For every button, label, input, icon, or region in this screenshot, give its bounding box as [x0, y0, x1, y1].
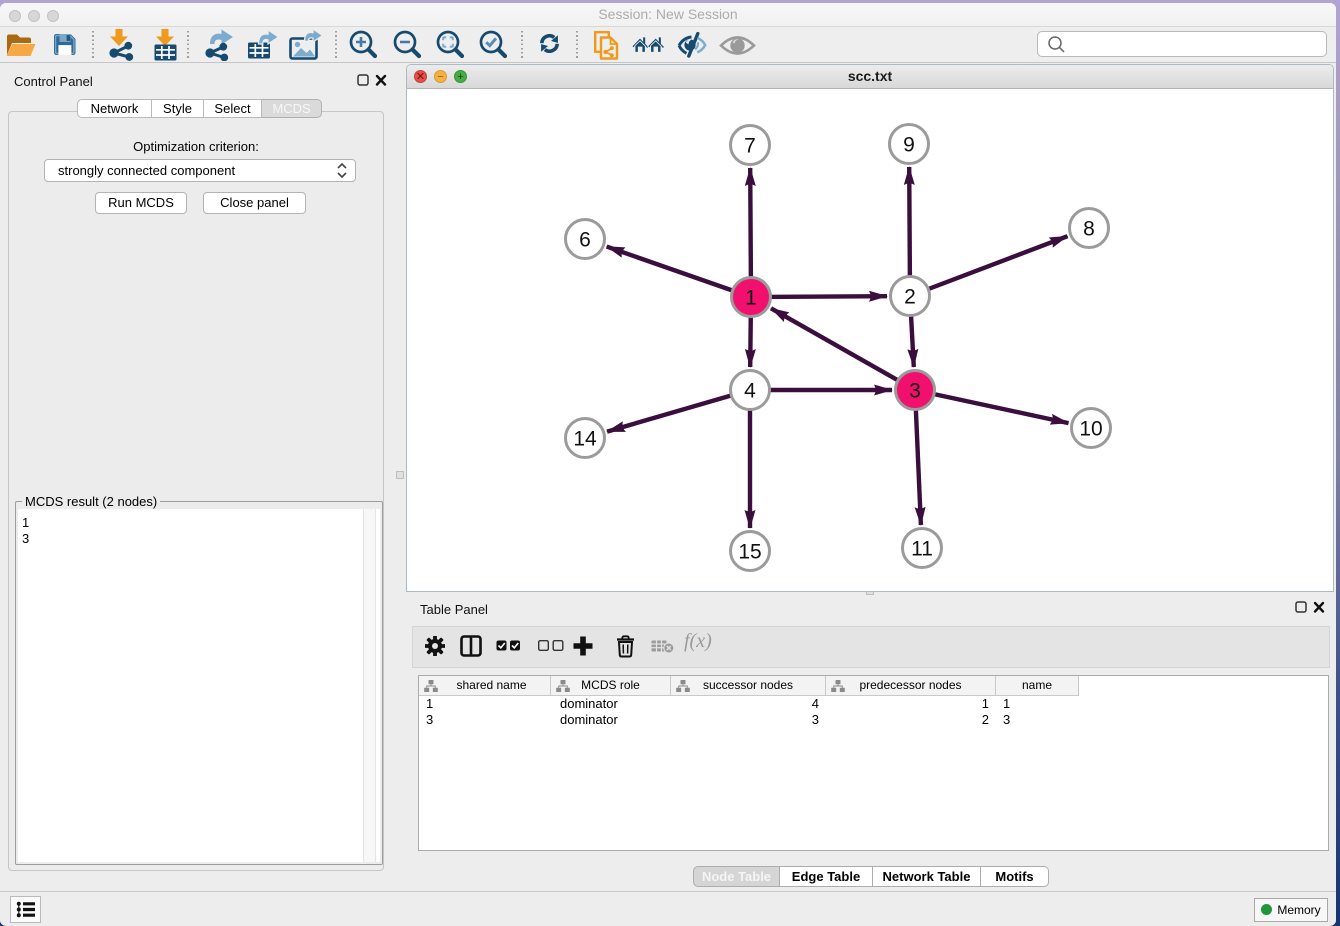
svg-text:4: 4: [744, 380, 756, 403]
svg-text:2: 2: [904, 286, 916, 309]
svg-text:6: 6: [579, 229, 591, 252]
svg-text:1: 1: [745, 287, 757, 310]
svg-text:15: 15: [738, 541, 761, 564]
svg-text:3: 3: [909, 380, 921, 403]
svg-text:14: 14: [573, 428, 597, 451]
svg-text:7: 7: [744, 135, 756, 158]
svg-text:8: 8: [1083, 218, 1095, 241]
svg-text:9: 9: [903, 134, 915, 157]
svg-text:11: 11: [911, 538, 933, 561]
svg-text:10: 10: [1079, 418, 1102, 441]
